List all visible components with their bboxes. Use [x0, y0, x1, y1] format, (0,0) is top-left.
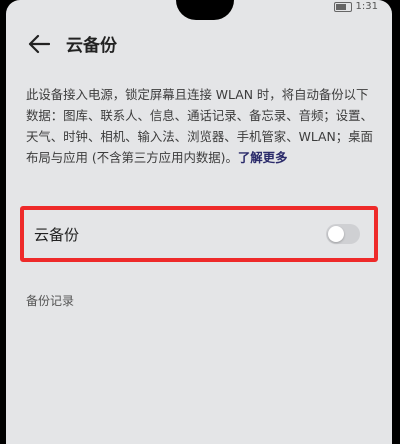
cloud-backup-label: 云备份 [34, 226, 80, 244]
description-text: 此设备接入电源，锁定屏幕且连接 WLAN 时，将自动备份以下数据：图库、联系人、… [26, 87, 373, 165]
battery-icon [333, 1, 352, 12]
cloud-backup-row[interactable]: 云备份 [20, 206, 378, 262]
toggle-knob [328, 226, 344, 242]
phone-screen: 1:31 云备份 此设备接入电源，锁定屏幕且连接 WLAN 时，将自动备份以下数… [6, 0, 392, 444]
backup-description: 此设备接入电源，锁定屏幕且连接 WLAN 时，将自动备份以下数据：图库、联系人、… [26, 84, 380, 168]
status-time: 1:31 [355, 1, 378, 12]
header: 云备份 [6, 26, 392, 62]
cloud-backup-toggle[interactable] [326, 224, 360, 244]
backup-records-label[interactable]: 备份记录 [26, 292, 74, 309]
back-arrow-icon[interactable] [28, 34, 50, 54]
status-icons-right: 1:31 [333, 1, 378, 12]
page-title: 云备份 [66, 36, 117, 56]
learn-more-link[interactable]: 了解更多 [238, 150, 288, 165]
